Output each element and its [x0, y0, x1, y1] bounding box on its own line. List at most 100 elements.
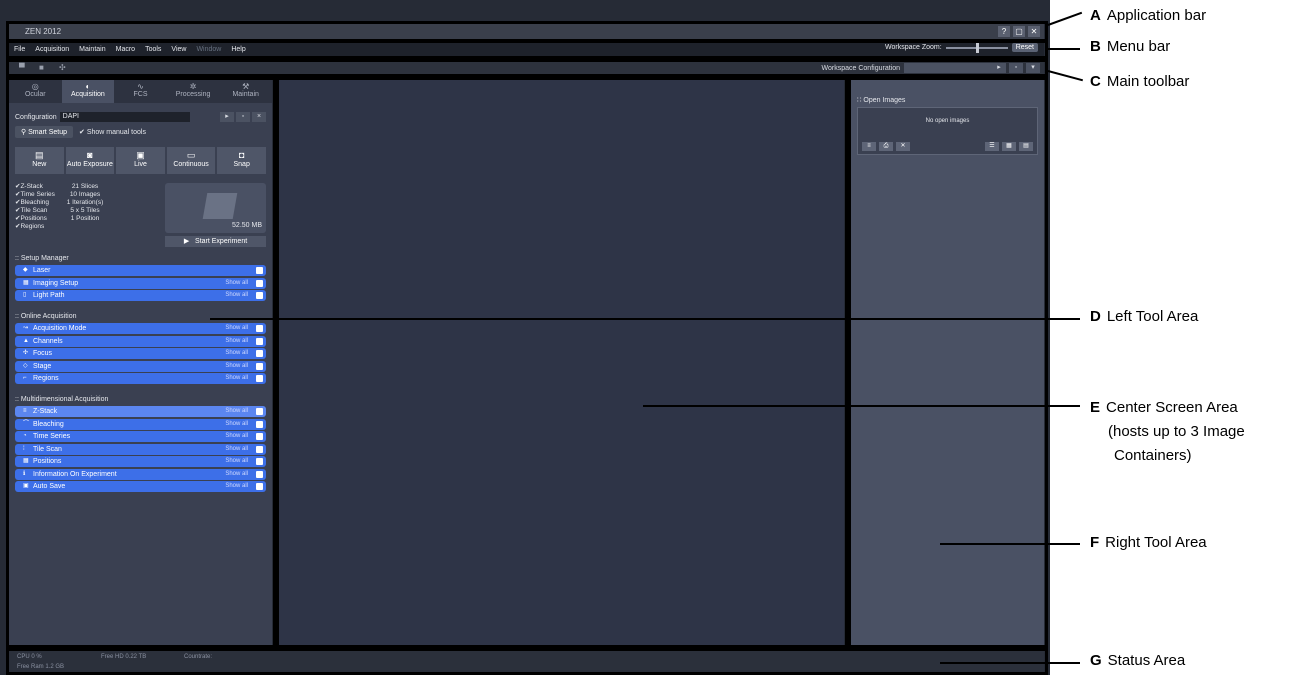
config-load-button[interactable]: ▸: [220, 112, 234, 122]
show-all-toggle[interactable]: Show all: [225, 419, 248, 430]
show-all-toggle[interactable]: Show all: [225, 348, 248, 359]
configuration-dropdown[interactable]: DAPI: [59, 112, 190, 122]
save-icon[interactable]: ■: [39, 64, 49, 72]
show-all-toggle[interactable]: Show all: [225, 444, 248, 455]
menu-view[interactable]: View: [166, 46, 191, 53]
menu-maintain[interactable]: Maintain: [74, 46, 110, 53]
center-screen-area[interactable]: [279, 79, 844, 645]
undock-icon[interactable]: [256, 325, 263, 332]
undock-icon[interactable]: [256, 292, 263, 299]
tab-acquisition[interactable]: ◐ Acquisition: [61, 79, 115, 103]
new-button[interactable]: ▤ New: [15, 147, 64, 174]
maximize-button[interactable]: ▢: [1013, 26, 1025, 37]
tool-panel-channels[interactable]: ▲ Channels Show all: [15, 335, 266, 347]
print-icon[interactable]: ⎙: [879, 142, 893, 151]
section-header[interactable]: :: Setup Manager: [15, 255, 266, 262]
undock-icon[interactable]: [256, 420, 263, 428]
tool-panel-regions[interactable]: ⌐ Regions Show all: [15, 373, 266, 384]
undock-icon[interactable]: [256, 375, 263, 382]
zoom-slider-thumb[interactable]: [975, 42, 979, 53]
menu-macro[interactable]: Macro: [111, 46, 140, 53]
snap-button[interactable]: ◘ Snap: [217, 147, 266, 174]
open-images-header[interactable]: ∷ Open Images: [857, 96, 1038, 104]
undock-icon[interactable]: [256, 458, 263, 465]
show-all-toggle[interactable]: Show all: [225, 278, 248, 289]
tool-panel-auto-save[interactable]: ▣ Auto Save Show all: [15, 481, 266, 492]
show-all-toggle[interactable]: Show all: [225, 456, 248, 467]
show-all-toggle[interactable]: Show all: [225, 406, 248, 417]
workspace-config-dropdown[interactable]: [904, 63, 1000, 73]
experiment-row[interactable]: ✔Positions 1 Position: [15, 215, 165, 223]
list-view-icon[interactable]: ≡: [862, 142, 876, 151]
experiment-row[interactable]: ✔Tile Scan 5 x 5 Tiles: [15, 207, 165, 215]
live-button[interactable]: ▣ Live: [116, 147, 165, 174]
tool-panel-information-on-experiment[interactable]: ℹ Information On Experiment Show all: [15, 468, 266, 480]
tool-panel-stage[interactable]: ◇ Stage Show all: [15, 360, 266, 372]
menu-tools[interactable]: Tools: [140, 46, 166, 53]
undock-icon[interactable]: [256, 267, 263, 274]
menu-help[interactable]: Help: [226, 46, 250, 53]
show-all-toggle[interactable]: Show all: [225, 373, 248, 384]
menu-acquisition[interactable]: Acquisition: [30, 46, 74, 53]
smart-setup-button[interactable]: ⚲ Smart Setup: [15, 126, 73, 138]
close-image-icon[interactable]: ✕: [896, 142, 910, 151]
show-manual-tools-checkbox[interactable]: ✔ Show manual tools: [79, 128, 146, 136]
config-save-button[interactable]: ▫: [236, 112, 250, 122]
undock-icon[interactable]: [256, 408, 263, 415]
close-button[interactable]: ✕: [1028, 26, 1040, 37]
tool-panel-tile-scan[interactable]: ⁞ Tile Scan Show all: [15, 443, 266, 455]
tools-icon[interactable]: ✣: [59, 64, 69, 72]
undock-icon[interactable]: [256, 337, 263, 345]
tool-panel-acquisition-mode[interactable]: ↝ Acquisition Mode Show all: [15, 323, 266, 334]
tool-panel-laser[interactable]: ◆ Laser: [15, 265, 266, 276]
show-all-toggle[interactable]: Show all: [225, 290, 248, 301]
tool-panel-z-stack[interactable]: ≡ Z-Stack Show all: [15, 406, 266, 417]
camera-icon: ◐: [85, 82, 91, 91]
tool-panel-light-path[interactable]: ▯ Light Path Show all: [15, 290, 266, 301]
tool-panel-imaging-setup[interactable]: ▦ Imaging Setup Show all: [15, 277, 266, 289]
workspace-load-button[interactable]: ▸: [992, 63, 1006, 73]
details-view-icon[interactable]: ☰: [985, 142, 999, 151]
show-all-toggle[interactable]: Show all: [225, 431, 248, 442]
show-all-toggle[interactable]: Show all: [225, 361, 248, 372]
workspace-save-button[interactable]: ▫: [1009, 63, 1023, 73]
continuous-button[interactable]: ▭ Continuous: [166, 147, 216, 174]
undock-icon[interactable]: [256, 433, 263, 440]
experiment-row[interactable]: ✔Z-Stack 21 Slices: [15, 183, 165, 191]
tool-panel-positions[interactable]: ▦ Positions Show all: [15, 456, 266, 467]
section-header[interactable]: :: Multidimensional Acquisition: [15, 396, 266, 403]
show-all-toggle[interactable]: Show all: [225, 323, 248, 334]
show-all-toggle[interactable]: Show all: [225, 336, 248, 347]
show-all-toggle[interactable]: Show all: [225, 469, 248, 480]
tool-panel-focus[interactable]: ✣ Focus Show all: [15, 348, 266, 359]
tab-maintain[interactable]: ⚒ Maintain: [219, 79, 272, 103]
tab-fcs[interactable]: ∿ FCS: [114, 79, 167, 103]
tab-ocular[interactable]: ◎ Ocular: [9, 79, 62, 103]
undock-icon[interactable]: [256, 279, 263, 287]
tool-panel-bleaching[interactable]: ⌒ Bleaching Show all: [15, 418, 266, 430]
auto-exposure-button[interactable]: ◙ Auto Exposure: [65, 147, 115, 174]
undock-icon[interactable]: [256, 470, 263, 478]
menu-window[interactable]: Window: [191, 46, 226, 53]
help-button[interactable]: ?: [998, 26, 1010, 37]
thumbnail-view-icon[interactable]: ▤: [1019, 142, 1033, 151]
zoom-reset-button[interactable]: Reset: [1011, 43, 1038, 52]
experiment-row[interactable]: ✔Bleaching 1 Iteration(s): [15, 199, 165, 207]
menu-file[interactable]: File: [9, 46, 30, 53]
experiment-row[interactable]: ✔Time Series 10 Images: [15, 191, 165, 199]
undock-icon[interactable]: [256, 445, 263, 453]
open-folder-icon[interactable]: ▀: [19, 64, 29, 72]
start-experiment-button[interactable]: ▶ Start Experiment: [165, 236, 266, 247]
tool-panel-time-series[interactable]: ◔ Time Series Show all: [15, 431, 266, 442]
show-all-toggle[interactable]: Show all: [225, 481, 248, 492]
experiment-row[interactable]: ✔Regions: [15, 223, 165, 231]
undock-icon[interactable]: [256, 362, 263, 370]
undock-icon[interactable]: [256, 350, 263, 357]
undock-icon[interactable]: [256, 483, 263, 490]
grid-view-icon[interactable]: ▦: [1002, 142, 1016, 151]
workspace-zoom-slider[interactable]: [945, 42, 1008, 53]
tab-processing[interactable]: ✲ Processing: [167, 79, 220, 103]
config-delete-button[interactable]: ×: [252, 112, 266, 122]
workspace-options-button[interactable]: ▾: [1026, 63, 1040, 73]
